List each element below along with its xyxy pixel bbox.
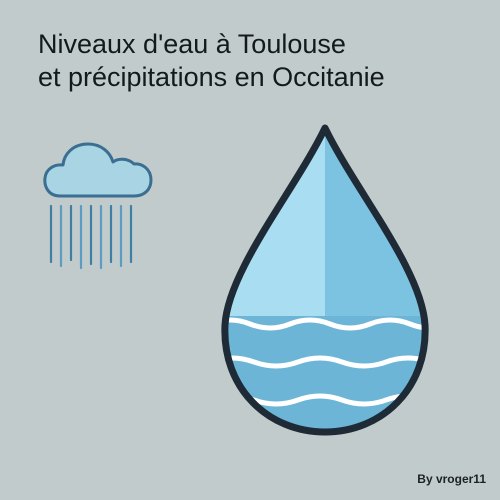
title-line-1: Niveaux d'eau à Toulouse (38, 29, 346, 59)
page-title: Niveaux d'eau à Toulouse et précipitatio… (38, 28, 478, 94)
rain-cloud-icon (43, 142, 153, 270)
title-line-2: et précipitations en Occitanie (38, 62, 385, 92)
rain-lines (49, 204, 133, 270)
page: Niveaux d'eau à Toulouse et précipitatio… (0, 0, 500, 500)
water-drop-icon (221, 124, 429, 436)
cloud-shape (43, 142, 153, 198)
author-credit: By vroger11 (417, 472, 486, 486)
